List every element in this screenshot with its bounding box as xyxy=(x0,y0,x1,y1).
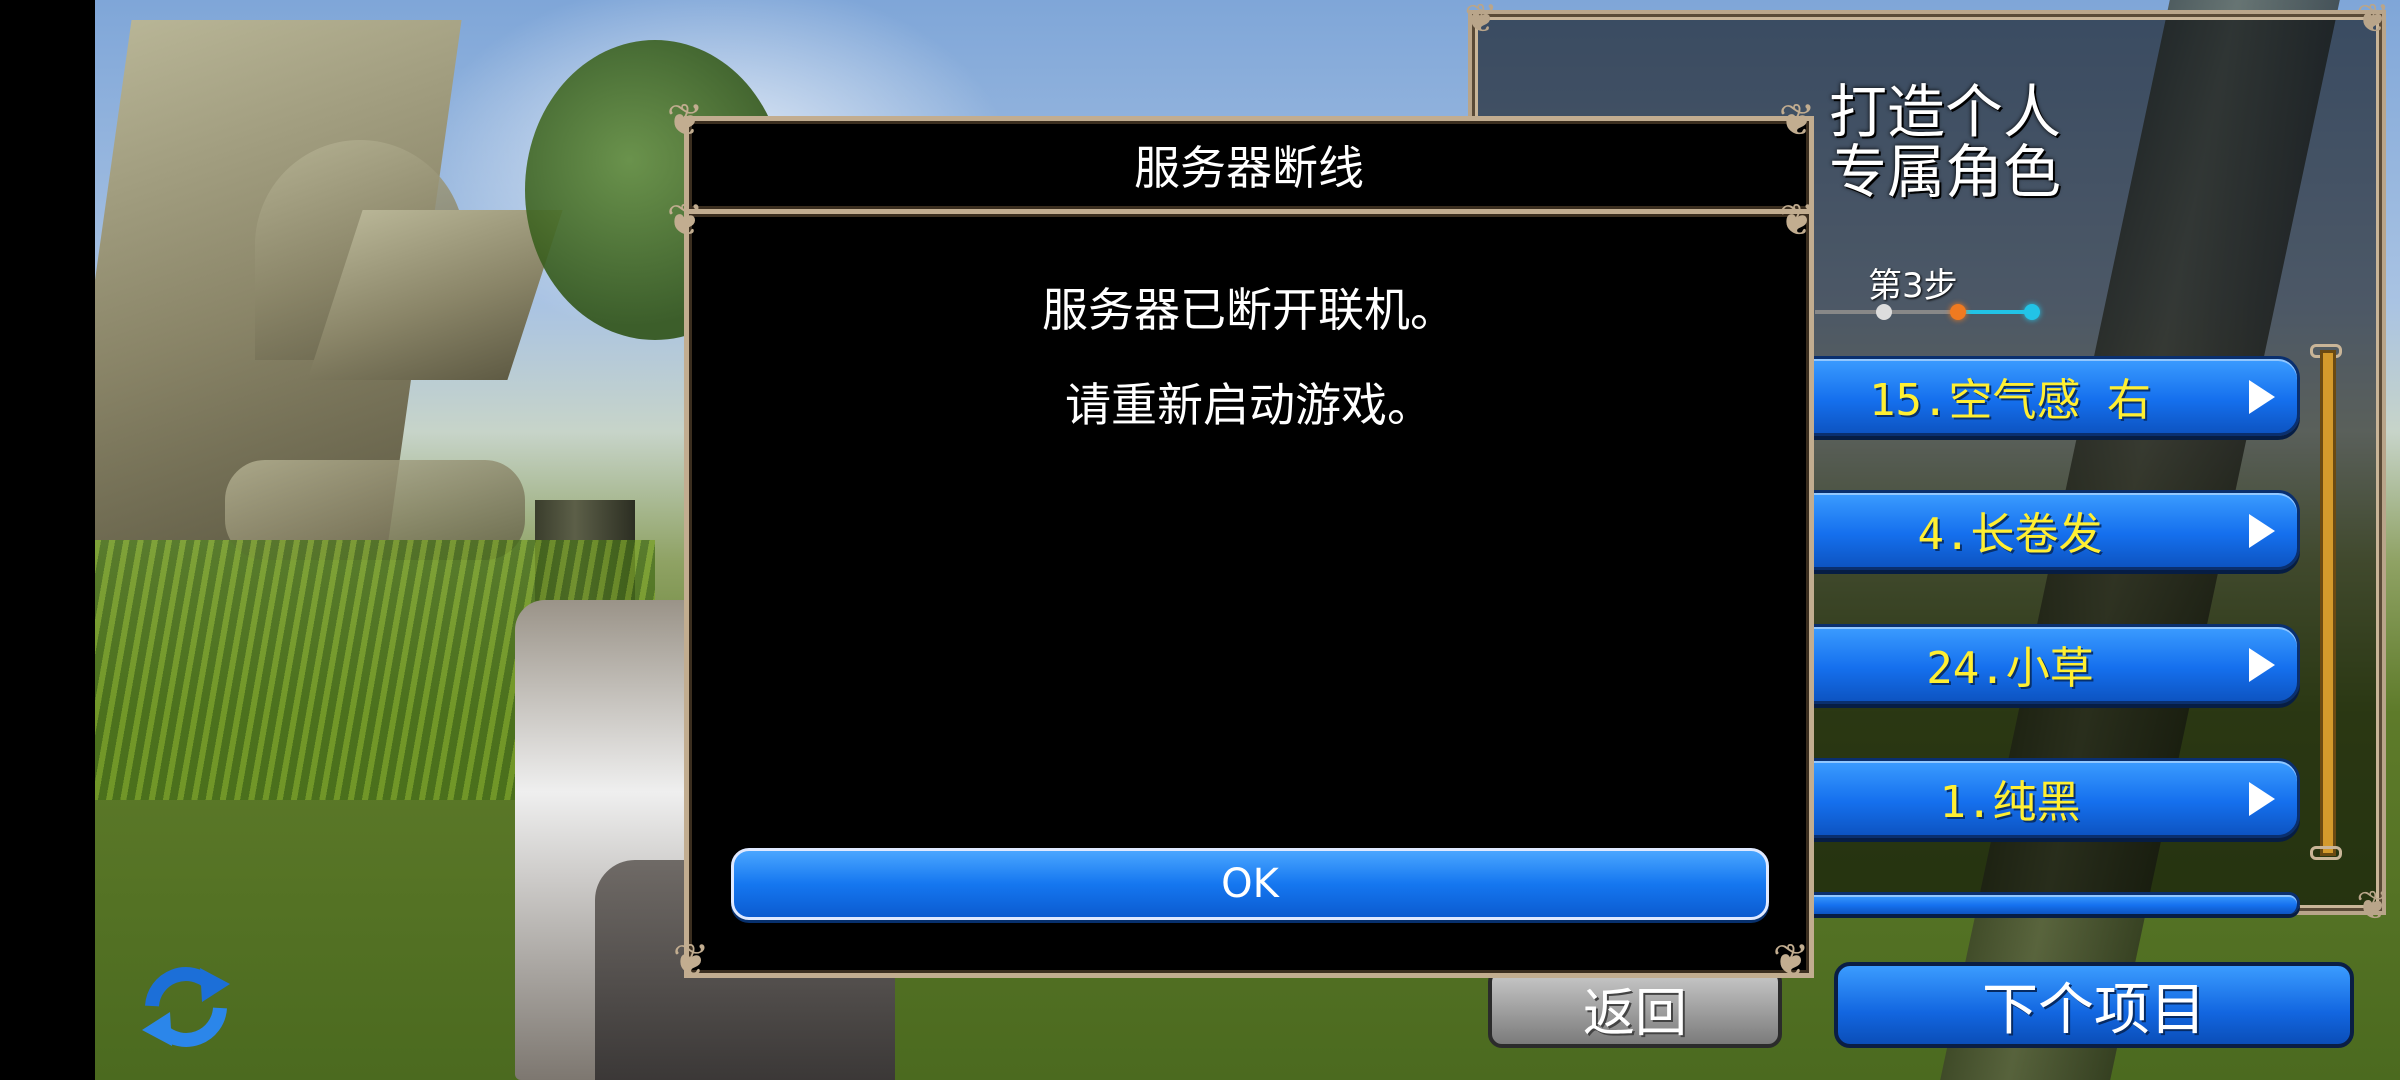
ornament-corner-icon: ❦ xyxy=(2356,0,2390,42)
refresh-icon[interactable] xyxy=(138,962,234,1052)
arrow-right-icon xyxy=(2249,514,2275,548)
scrollbar-cap-bottom xyxy=(2310,846,2342,860)
ornament-corner-icon: ❦ xyxy=(1772,935,1810,986)
option-label: 24.小草 xyxy=(1926,643,2094,694)
dialog-message-line1: 服务器已断开联机。 xyxy=(1042,283,1456,337)
step-dot-next xyxy=(2024,304,2040,320)
dialog-message-line2: 请重新启动游戏。 xyxy=(1065,378,1433,432)
back-button[interactable]: 返回 xyxy=(1488,968,1782,1048)
step-dot-current xyxy=(1950,304,1966,320)
ornament-corner-icon: ❦ xyxy=(666,195,704,246)
step-dot-done xyxy=(1876,304,1892,320)
option-partial-button[interactable] xyxy=(1800,892,2300,914)
step-label: 第3步 xyxy=(1868,266,1958,306)
option-label: 15.空气感 右 xyxy=(1869,375,2151,426)
option-hair-style-button[interactable]: 15.空气感 右 xyxy=(1800,356,2300,436)
ornament-corner-icon: ❦ xyxy=(1464,0,1498,42)
arrow-right-icon xyxy=(2249,648,2275,682)
dialog-title-bar: 服务器断线 xyxy=(684,116,1814,214)
next-item-button[interactable]: 下个项目 xyxy=(1834,962,2354,1048)
option-color-button[interactable]: 1.纯黑 xyxy=(1800,758,2300,838)
server-disconnect-dialog: 服务器已断开联机。 请重新启动游戏。 OK xyxy=(684,214,1814,978)
option-hair-type-button[interactable]: 4.长卷发 xyxy=(1800,490,2300,570)
option-label: 1.纯黑 xyxy=(1939,777,2081,828)
step-progress-active xyxy=(1958,310,2033,314)
ornament-corner-icon: ❦ xyxy=(666,95,704,146)
panel-title: 打造个人 专属角色 xyxy=(1828,78,2061,206)
option-accessory-button[interactable]: 24.小草 xyxy=(1800,624,2300,704)
option-scrollbar[interactable] xyxy=(2320,350,2336,856)
option-label: 4.长卷发 xyxy=(1917,509,2103,560)
ornament-corner-icon: ❦ xyxy=(1778,95,1816,146)
arrow-right-icon xyxy=(2249,782,2275,816)
dialog-title: 服务器断线 xyxy=(1134,141,1364,195)
ornament-corner-icon: ❦ xyxy=(1778,195,1816,246)
arrow-right-icon xyxy=(2249,380,2275,414)
ok-button[interactable]: OK xyxy=(731,848,1769,920)
ornament-corner-icon: ❦ xyxy=(2356,883,2390,929)
ornament-corner-icon: ❦ xyxy=(672,935,710,986)
